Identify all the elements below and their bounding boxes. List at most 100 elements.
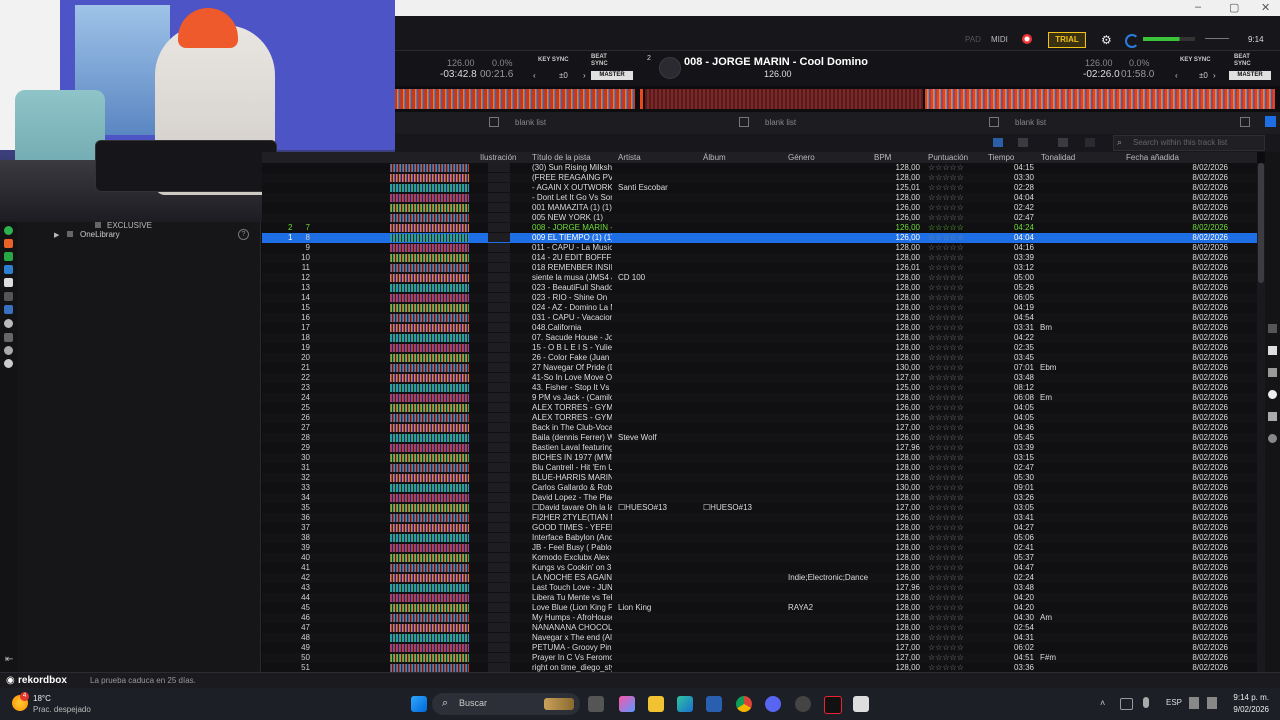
wifi-icon[interactable] — [1189, 697, 1199, 709]
table-row[interactable]: 33 Carlos Gallardo & Robin 130,00 09:01 8/02… — [262, 483, 1257, 493]
track-rating[interactable]: ☆☆☆☆☆ — [928, 323, 983, 333]
track-rating[interactable]: ☆☆☆☆☆ — [928, 213, 983, 223]
panel4-menu-icon[interactable] — [1240, 117, 1250, 127]
deck2-waveform-played[interactable] — [645, 89, 923, 109]
tray-chevron-up-icon[interactable]: ˄ — [1100, 698, 1105, 708]
track-rating[interactable]: ☆☆☆☆☆ — [928, 543, 983, 553]
deck2-tempo-right-icon[interactable]: › — [1213, 71, 1216, 80]
track-rating[interactable]: ☆☆☆☆☆ — [928, 453, 983, 463]
track-rating[interactable]: ☆☆☆☆☆ — [928, 413, 983, 423]
gear-icon[interactable]: ⚙ — [1101, 33, 1112, 47]
pad-button[interactable]: PAD — [965, 35, 981, 44]
table-row[interactable]: 17 048.California 128,00 03:31 Bm 8/02/2026 ☆☆… — [262, 323, 1257, 333]
table-row[interactable]: 18 07. Sacude House - Jorg 128,00 04:22 8/02… — [262, 333, 1257, 343]
track-rating[interactable]: ☆☆☆☆☆ — [928, 633, 983, 643]
language-indicator[interactable]: ESP — [1166, 698, 1182, 707]
table-row[interactable]: 45 Love Blue (Lion King Per Lion King RAYA2… — [262, 603, 1257, 613]
panel3-menu-icon[interactable] — [989, 117, 999, 127]
table-row[interactable]: 14 023 - RIO - Shine On 128,00 06:05 8/02/20… — [262, 293, 1257, 303]
tiktok-icon[interactable] — [824, 696, 842, 714]
table-row[interactable]: 22 41-So In Love Move On 127,00 03:48 8/02/2… — [262, 373, 1257, 383]
deck2-beat-sync-button[interactable]: BEAT SYNC — [1234, 54, 1251, 68]
taskbar-date[interactable]: 9/02/2026 — [1225, 705, 1269, 714]
table-row[interactable]: 11 018 REMENBER INSID 126,01 03:12 8/02/2026… — [262, 263, 1257, 273]
track-rating[interactable]: ☆☆☆☆☆ — [928, 473, 983, 483]
table-row[interactable]: 16 031 - CAPU - Vacaciones 128,00 04:54 8/02… — [262, 313, 1257, 323]
deck1-beat-sync-button[interactable]: BEAT SYNC — [591, 54, 608, 68]
info-icon[interactable] — [1268, 390, 1277, 399]
track-rating[interactable]: ☆☆☆☆☆ — [928, 253, 983, 263]
tidal-icon[interactable] — [4, 265, 13, 274]
table-row[interactable]: 36 FI2HER 2TYLE(TIAN M 126,00 03:41 8/02/202… — [262, 513, 1257, 523]
track-rating[interactable]: ☆☆☆☆☆ — [928, 403, 983, 413]
track-list[interactable]: (30) Sun Rising Milksho 128,00 04:15 8/02/2… — [262, 163, 1257, 672]
monitor-icon[interactable] — [4, 292, 13, 301]
track-rating[interactable]: ☆☆☆☆☆ — [928, 423, 983, 433]
expand-arrow-icon[interactable]: ▶ — [54, 231, 59, 239]
table-row[interactable]: 9 011 - CAPU - La Musica 128,00 04:16 8/02/2… — [262, 243, 1257, 253]
table-row[interactable]: 42 LA NOCHE ES AGAIN E Indie;Electronic;Da… — [262, 573, 1257, 583]
copilot-icon[interactable] — [619, 696, 635, 712]
device-icon[interactable] — [4, 278, 13, 287]
table-row[interactable]: 31 Blu Cantrell - Hit 'Em Up 128,00 02:47 8/… — [262, 463, 1257, 473]
track-rating[interactable]: ☆☆☆☆☆ — [928, 313, 983, 323]
waveform-overview[interactable] — [395, 86, 1280, 112]
trial-badge[interactable]: TRIAL — [1048, 32, 1086, 48]
deck2-tempo-left-icon[interactable]: ‹ — [1175, 71, 1178, 80]
col-artwork[interactable]: Ilustración — [480, 153, 516, 162]
track-rating[interactable]: ☆☆☆☆☆ — [928, 613, 983, 623]
col-rating[interactable]: Puntuación — [928, 153, 968, 162]
table-row[interactable]: 41 Kungs vs Cookin' on 3 128,00 04:47 8/02/2… — [262, 563, 1257, 573]
track-rating[interactable]: ☆☆☆☆☆ — [928, 223, 983, 233]
table-row[interactable]: 35 ☐David tavare Oh la la ☐HUESO#13 ☐HUESO#… — [262, 503, 1257, 513]
table-row[interactable]: 29 Bastien Laval featuring L 127,96 03:39 8/… — [262, 443, 1257, 453]
track-rating[interactable]: ☆☆☆☆☆ — [928, 353, 983, 363]
table-row[interactable]: 005 NEW YORK (1) 126,00 02:47 8/02/2026 ☆☆☆☆… — [262, 213, 1257, 223]
taskbar-time[interactable]: 9:14 p. m. — [1225, 693, 1269, 702]
track-rating[interactable]: ☆☆☆☆☆ — [928, 603, 983, 613]
exit-icon[interactable]: ⇤ — [5, 654, 13, 665]
history-icon[interactable] — [4, 346, 13, 355]
browser-view-icon[interactable] — [1265, 116, 1276, 127]
track-rating[interactable]: ☆☆☆☆☆ — [928, 163, 983, 173]
track-rating[interactable]: ☆☆☆☆☆ — [928, 443, 983, 453]
track-rating[interactable]: ☆☆☆☆☆ — [928, 333, 983, 343]
deck2-waveform[interactable] — [925, 89, 1275, 109]
chrome-icon[interactable] — [736, 696, 752, 712]
track-rating[interactable]: ☆☆☆☆☆ — [928, 293, 983, 303]
file-explorer-icon[interactable] — [648, 696, 664, 712]
table-row[interactable]: 25 ALEX TORRES - GYM 126,00 04:05 8/02/2026 ☆… — [262, 403, 1257, 413]
track-rating[interactable]: ☆☆☆☆☆ — [928, 283, 983, 293]
close-button[interactable]: ✕ — [1261, 1, 1270, 14]
weather-desc[interactable]: Prac. despejado — [33, 705, 91, 714]
search-box[interactable]: ⌕ Search within this track list — [1113, 135, 1265, 151]
table-row[interactable]: 27 Back in The Club-Vocal 127,00 04:36 8/02/… — [262, 423, 1257, 433]
panel1-label[interactable]: blank list — [515, 118, 546, 127]
record-list-icon[interactable] — [4, 359, 13, 368]
table-row[interactable]: 39 JB - Feel Busy ( Pablo V 128,00 02:41 8/0… — [262, 543, 1257, 553]
soundcloud-icon[interactable] — [4, 239, 13, 248]
table-row[interactable]: 13 023 - BeautiFull Shadow 128,00 05:26 8/02… — [262, 283, 1257, 293]
track-rating[interactable]: ☆☆☆☆☆ — [928, 363, 983, 373]
table-row[interactable]: 001 MAMAZITA (1) (1) 126,00 02:42 8/02/2026… — [262, 203, 1257, 213]
collection-icon[interactable] — [4, 226, 13, 235]
deck1-master-button[interactable]: MASTER — [591, 71, 633, 80]
master-volume-slider[interactable] — [1205, 38, 1229, 39]
table-row[interactable]: 32 BLUE-HARRIS MARIN 128,00 05:30 8/02/2026 ☆… — [262, 473, 1257, 483]
track-rating[interactable]: ☆☆☆☆☆ — [928, 623, 983, 633]
table-row[interactable]: 10 014 - 2U EDIT BOFFFF 128,00 03:39 8/02/20… — [262, 253, 1257, 263]
maximize-button[interactable]: ▢ — [1229, 1, 1239, 14]
table-row[interactable]: 12 siente la musa (JMS4 & CD 100 128,00 05:0… — [262, 273, 1257, 283]
beatport-icon[interactable] — [4, 252, 13, 261]
col-title[interactable]: Título de la pista — [532, 153, 591, 162]
track-rating[interactable]: ☆☆☆☆☆ — [928, 383, 983, 393]
track-rating[interactable]: ☆☆☆☆☆ — [928, 243, 983, 253]
taskbar-search-input[interactable]: Buscar — [459, 698, 487, 708]
panel2-menu-icon[interactable] — [739, 117, 749, 127]
track-rating[interactable]: ☆☆☆☆☆ — [928, 573, 983, 583]
table-row[interactable]: 28 Baila (dennis Ferrer) Wo Steve Wolf 126,… — [262, 433, 1257, 443]
mixpoint-icon[interactable] — [1268, 412, 1277, 421]
table-row[interactable]: 38 Interface Babylon (Ander 128,00 05:06 8/0… — [262, 533, 1257, 543]
minimize-button[interactable]: – — [1195, 1, 1201, 13]
task-view-icon[interactable] — [588, 696, 604, 712]
